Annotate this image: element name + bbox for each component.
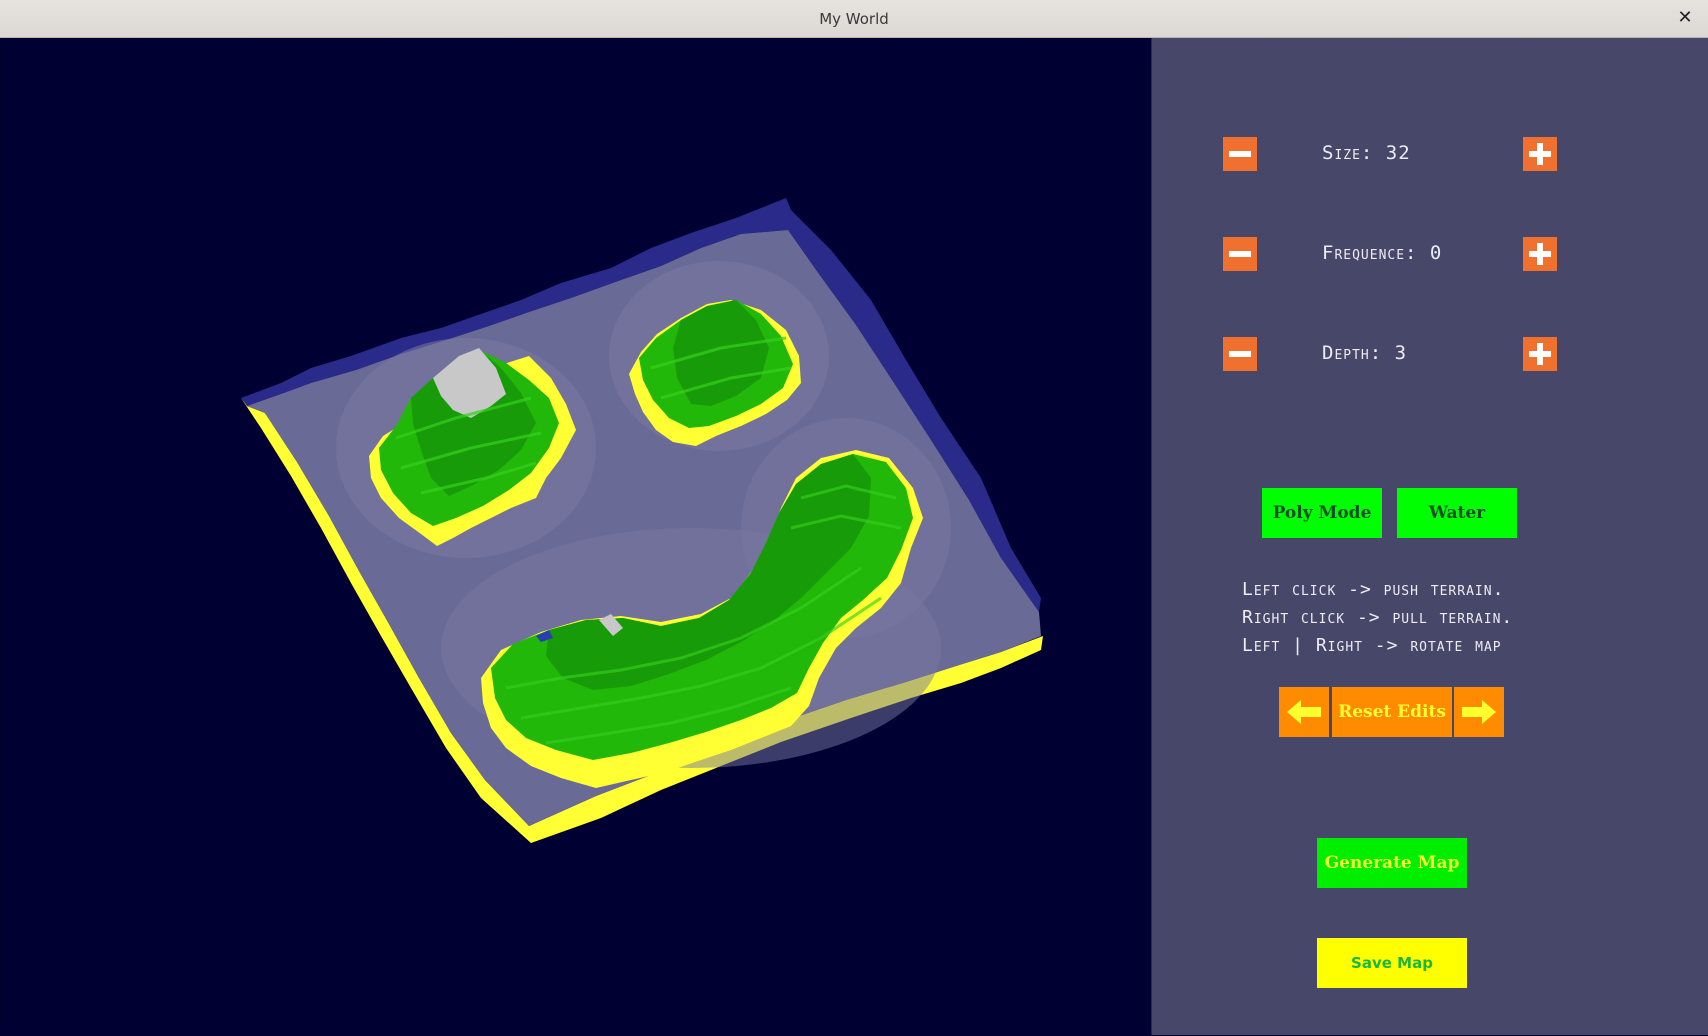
control-panel: Size: 32 Frequence: 0 Depth: 3 Poly Mode… [1151, 38, 1708, 1035]
frequence-increase-button[interactable] [1523, 237, 1557, 271]
terrain-map[interactable] [1, 38, 1151, 1035]
water-button[interactable]: Water [1397, 488, 1517, 538]
arrow-left-icon [1287, 700, 1321, 724]
depth-decrease-button[interactable] [1223, 337, 1257, 371]
help-line: Left | Right -> rotate map [1242, 635, 1502, 656]
minus-icon [1229, 151, 1251, 157]
help-text: Left click -> push terrain. Right click … [1242, 576, 1642, 660]
close-icon[interactable]: ✕ [1674, 7, 1696, 29]
frequence-label: Frequence: 0 [1322, 242, 1443, 264]
terrain-viewport[interactable] [1, 38, 1151, 1035]
plus-icon [1529, 343, 1551, 365]
plus-icon [1529, 243, 1551, 265]
arrow-right-icon [1462, 700, 1496, 724]
reset-edits-button[interactable]: Reset Edits [1332, 687, 1452, 737]
window-title: My World [819, 10, 889, 28]
save-map-button[interactable]: Save Map [1317, 938, 1467, 988]
depth-label: Depth: 3 [1322, 342, 1408, 364]
minus-icon [1229, 251, 1251, 257]
size-label: Size: 32 [1322, 142, 1411, 164]
help-line: Right click -> pull terrain. [1242, 607, 1514, 628]
plus-icon [1529, 143, 1551, 165]
generate-map-button[interactable]: Generate Map [1317, 838, 1467, 888]
size-increase-button[interactable] [1523, 137, 1557, 171]
rotate-right-button[interactable] [1454, 687, 1504, 737]
poly-mode-button[interactable]: Poly Mode [1262, 488, 1382, 538]
help-line: Left click -> push terrain. [1242, 579, 1505, 600]
title-bar[interactable]: My World ✕ [0, 0, 1708, 38]
app-window: My World ✕ Size: 32 Frequence: 0 Depth: … [0, 0, 1708, 1036]
minus-icon [1229, 351, 1251, 357]
frequence-decrease-button[interactable] [1223, 237, 1257, 271]
size-decrease-button[interactable] [1223, 137, 1257, 171]
rotate-left-button[interactable] [1279, 687, 1329, 737]
depth-increase-button[interactable] [1523, 337, 1557, 371]
